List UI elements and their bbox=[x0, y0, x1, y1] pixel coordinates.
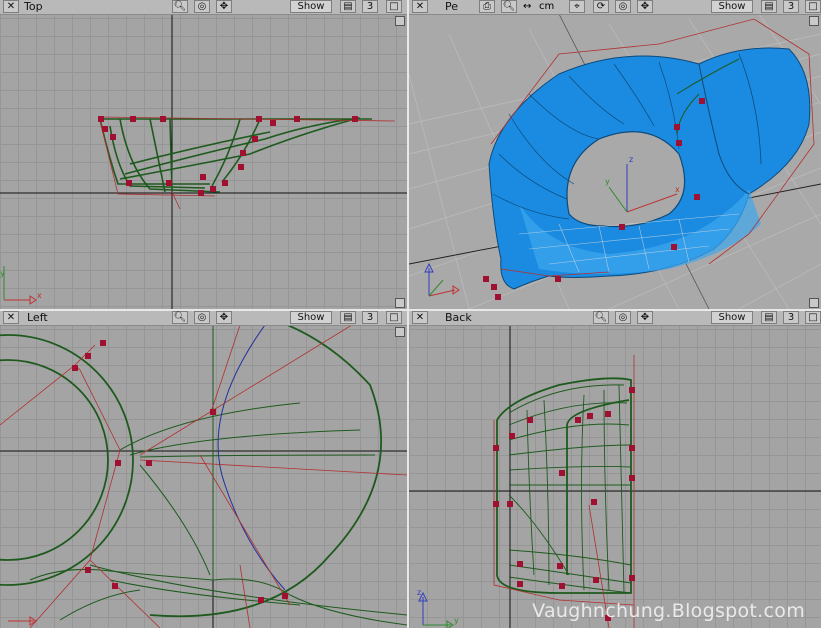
units-arrow-icon: ↔ bbox=[523, 1, 532, 12]
zoom-icon[interactable]: 🔍︎ bbox=[172, 0, 188, 13]
close-viewport-icon[interactable]: ✕ bbox=[412, 0, 428, 13]
viewport-top-titlebar: ✕ Top 🔍︎ ◎ ✥ Show ▤ 3 □ bbox=[0, 0, 407, 15]
viewport-left-titlebar: ✕ Left 🔍︎ ◎ ✥ Show ▤ 3 □ bbox=[0, 311, 407, 326]
show-button[interactable]: Show bbox=[711, 0, 753, 13]
dolly-icon[interactable]: ◎ bbox=[615, 0, 631, 13]
axis-x-label: x bbox=[37, 291, 42, 300]
viewport-resize-handle[interactable] bbox=[809, 16, 819, 26]
close-viewport-icon[interactable]: ✕ bbox=[412, 311, 428, 324]
viewport-perspective[interactable]: ✕ Pe ⎙ 🔍︎ ↔ cm ⌖ ⟳ ◎ ✥ Show ▤ 3 □ z x y bbox=[409, 0, 821, 309]
layers-icon[interactable]: ▤ bbox=[761, 311, 777, 324]
viewport-resize-handle[interactable] bbox=[395, 327, 405, 337]
layers-icon[interactable]: ▤ bbox=[340, 311, 356, 324]
dolly-icon[interactable]: ◎ bbox=[194, 311, 210, 324]
dolly-icon[interactable]: ◎ bbox=[194, 0, 210, 13]
zoom-icon[interactable]: 🔍︎ bbox=[593, 311, 609, 324]
show-button[interactable]: Show bbox=[290, 0, 332, 13]
viewport-divider-vertical[interactable] bbox=[407, 0, 409, 628]
show-button[interactable]: Show bbox=[290, 311, 332, 324]
maximize-icon[interactable]: □ bbox=[386, 311, 402, 324]
axis-y-label: y bbox=[605, 177, 610, 186]
axis-x-label: x bbox=[675, 185, 680, 194]
layers-icon[interactable]: ▤ bbox=[761, 0, 777, 13]
maximize-icon[interactable]: □ bbox=[386, 0, 402, 13]
axis-z-label: z bbox=[629, 155, 633, 164]
blue-surface-model bbox=[488, 47, 811, 290]
maximize-icon[interactable]: □ bbox=[805, 0, 821, 13]
zoom-icon[interactable]: 🔍︎ bbox=[501, 0, 517, 13]
show-button[interactable]: Show bbox=[711, 311, 753, 324]
axis-y-label: y bbox=[0, 269, 5, 278]
layers-icon[interactable]: ▤ bbox=[340, 0, 356, 13]
viewport-left[interactable]: ✕ Left 🔍︎ ◎ ✥ Show ▤ 3 □ bbox=[0, 311, 407, 628]
viewport-resize-handle[interactable] bbox=[809, 298, 819, 308]
viewport-resize-handle[interactable] bbox=[395, 298, 405, 308]
axis-triad: z y bbox=[417, 588, 459, 628]
camera-icon[interactable]: ⎙ bbox=[479, 0, 495, 13]
quality-level-button[interactable]: 3 bbox=[362, 311, 378, 324]
axis-triad: x y bbox=[0, 266, 42, 305]
viewport-left-title: Left bbox=[27, 311, 48, 324]
tumble-icon[interactable]: ⟳ bbox=[593, 0, 609, 13]
viewport-top-title: Top bbox=[24, 0, 43, 13]
viewport-persp-titlebar: ✕ Pe ⎙ 🔍︎ ↔ cm ⌖ ⟳ ◎ ✥ Show ▤ 3 □ bbox=[409, 0, 821, 15]
viewport-back[interactable]: ✕ Back 🔍︎ ◎ ✥ Show ▤ 3 □ z y bbox=[409, 311, 821, 628]
quality-level-button[interactable]: 3 bbox=[783, 0, 799, 13]
dolly-icon[interactable]: ◎ bbox=[615, 311, 631, 324]
viewport-persp-title: Pe bbox=[445, 0, 459, 13]
axis-z-label: z bbox=[417, 588, 421, 597]
pan-icon[interactable]: ✥ bbox=[637, 0, 653, 13]
pan-icon[interactable]: ✥ bbox=[216, 311, 232, 324]
pan-icon[interactable]: ✥ bbox=[216, 0, 232, 13]
watermark-text: Vaughnchung.Blogspot.com bbox=[532, 600, 805, 622]
close-viewport-icon[interactable]: ✕ bbox=[3, 0, 19, 13]
axis-triad bbox=[8, 616, 37, 626]
viewport-divider-horizontal[interactable] bbox=[0, 309, 821, 311]
left-view-scene bbox=[0, 325, 407, 628]
zoom-icon[interactable]: 🔍︎ bbox=[172, 311, 188, 324]
perspective-scene: z x y bbox=[409, 14, 821, 309]
viewport-back-titlebar: ✕ Back 🔍︎ ◎ ✥ Show ▤ 3 □ bbox=[409, 311, 821, 326]
top-view-scene: x y bbox=[0, 14, 407, 309]
close-viewport-icon[interactable]: ✕ bbox=[3, 311, 19, 324]
quality-level-button[interactable]: 3 bbox=[362, 0, 378, 13]
viewport-resize-handle[interactable] bbox=[395, 16, 405, 26]
axis-y-label: y bbox=[454, 616, 459, 625]
units-label: cm bbox=[539, 1, 555, 12]
viewport-back-title: Back bbox=[445, 311, 472, 324]
quality-level-button[interactable]: 3 bbox=[783, 311, 799, 324]
snap-icon[interactable]: ⌖ bbox=[569, 0, 585, 13]
pan-icon[interactable]: ✥ bbox=[637, 311, 653, 324]
maximize-icon[interactable]: □ bbox=[805, 311, 821, 324]
back-view-scene: z y bbox=[409, 325, 821, 628]
viewport-top[interactable]: ✕ Top 🔍︎ ◎ ✥ Show ▤ 3 □ x y bbox=[0, 0, 407, 309]
